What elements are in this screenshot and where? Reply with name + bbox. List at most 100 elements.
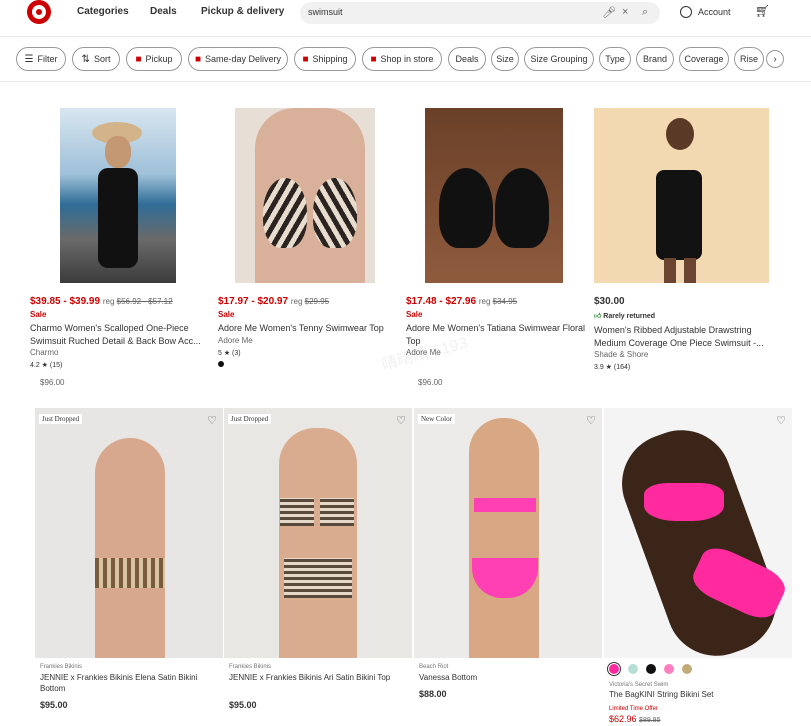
sale-badge: Sale (218, 310, 235, 319)
product-title-link[interactable]: Women's Ribbed Adjustable Drawstring Med… (594, 324, 774, 350)
product-image[interactable] (235, 108, 375, 283)
sort-button[interactable]: ⇅ Sort (72, 47, 120, 71)
product-image[interactable] (60, 108, 176, 283)
type-filter[interactable]: Type (599, 47, 631, 71)
cart-icon[interactable]: 🛒︎ (755, 4, 770, 18)
filter-button[interactable]: ☰ Filter (16, 47, 66, 71)
product-image[interactable]: ♡ (604, 408, 792, 658)
product-image[interactable]: Just Dropped ♡ (35, 408, 223, 658)
product-price: $95.00 (229, 700, 257, 710)
rise-filter[interactable]: Rise (734, 47, 764, 71)
size-grouping-filter[interactable]: Size Grouping (524, 47, 594, 71)
shop-in-store-filter[interactable]: ■ Shop in store (362, 47, 442, 71)
product-title-link[interactable]: JENNIE x Frankies Bikinis Ari Satin Biki… (229, 672, 399, 683)
rise-label: Rise (739, 54, 758, 64)
product-image[interactable] (594, 108, 769, 283)
product-image[interactable]: New Color ♡ (414, 408, 602, 658)
product-title-link[interactable]: Charmo Women's Scalloped One-Piece Swims… (30, 322, 205, 348)
color-swatch[interactable] (664, 664, 674, 674)
color-swatch[interactable] (218, 361, 224, 367)
heart-icon[interactable]: ♡ (207, 414, 217, 427)
delivery-icon: ■ (194, 53, 201, 65)
target-logo-icon[interactable] (27, 0, 51, 24)
type-label: Type (605, 54, 625, 64)
size-label: Size (496, 54, 514, 64)
filter-label: Filter (37, 54, 58, 64)
microphone-icon[interactable]: 🎤︎ (602, 6, 616, 19)
nav-categories[interactable]: Categories (77, 6, 129, 17)
pickup-label: Pickup (145, 54, 173, 64)
size-grouping-label: Size Grouping (530, 54, 588, 64)
shipping-filter[interactable]: ■ Shipping (294, 47, 356, 71)
color-swatch[interactable] (628, 664, 638, 674)
brand-filter[interactable]: Brand (636, 47, 674, 71)
product-price: $17.48 - $27.96 reg $34.95 (406, 296, 518, 307)
search-input[interactable]: swimsuit 🎤︎ × ⌕ (300, 2, 660, 24)
product-brand[interactable]: Beach Riot (419, 664, 448, 670)
sale-badge: Sale (30, 310, 47, 319)
color-swatch[interactable] (646, 664, 656, 674)
account-icon (680, 6, 692, 18)
store-icon: ■ (370, 53, 377, 65)
shop-in-store-label: Shop in store (380, 54, 434, 64)
deals-label: Deals (455, 54, 479, 64)
product-brand[interactable]: Shade & Shore (594, 350, 648, 359)
sort-icon: ⇅ (81, 53, 90, 65)
product-brand[interactable]: Charmo (30, 348, 58, 357)
shipping-label: Shipping (312, 54, 348, 64)
product-price-partial: $96.00 (418, 378, 443, 387)
thumbs-up-icon: 👍︎ (594, 313, 602, 320)
pickup-icon: ■ (135, 53, 142, 65)
heart-icon[interactable]: ♡ (776, 414, 786, 427)
product-price: $39.85 - $39.99 reg $56.92 - $57.12 (30, 296, 173, 307)
search-icon[interactable]: ⌕ (642, 6, 648, 19)
chevron-right-icon[interactable]: › (766, 50, 784, 68)
product-price: $30.00 (594, 296, 625, 307)
sliders-icon: ☰ (24, 53, 34, 65)
color-swatch[interactable] (609, 664, 619, 674)
sort-label: Sort (93, 54, 111, 64)
heart-icon[interactable]: ♡ (586, 414, 596, 427)
filter-bar: ☰ Filter ⇅ Sort ■ Pickup ■ Same-day Delivery… (0, 36, 811, 82)
product-image[interactable] (425, 108, 563, 283)
product-price: $17.97 - $20.97 reg $29.95 (218, 296, 330, 307)
sale-badge: Sale (406, 310, 423, 319)
product-image[interactable]: Just Dropped ♡ (224, 408, 412, 658)
heart-icon[interactable]: ♡ (396, 414, 406, 427)
product-rating: 3.9 ★ (164) (594, 364, 631, 371)
same-day-label: Same-day Delivery (205, 54, 282, 64)
just-dropped-badge: Just Dropped (228, 414, 272, 424)
product-brand[interactable]: Frankies Bikinis (229, 664, 271, 670)
coverage-filter[interactable]: Coverage (679, 47, 729, 71)
account-button[interactable]: Account (680, 6, 731, 18)
product-title-link[interactable]: The BagKINI String Bikini Set (609, 689, 789, 700)
product-price: $62.96 $89.95 (609, 714, 661, 724)
new-color-badge: New Color (418, 414, 455, 424)
brand-label: Brand (642, 54, 668, 64)
site-header: Categories Deals Pickup & delivery swims… (0, 0, 811, 30)
clear-icon[interactable]: × (622, 6, 628, 18)
coverage-label: Coverage (684, 54, 724, 64)
product-title-link[interactable]: Adore Me Women's Tenny Swimwear Top (218, 322, 393, 335)
product-rating: 4.2 ★ (15) (30, 362, 63, 369)
rarely-returned-badge: 👍︎ Rarely returned (594, 313, 656, 320)
nav-pickup-delivery[interactable]: Pickup & delivery (201, 6, 284, 17)
pickup-filter[interactable]: ■ Pickup (126, 47, 182, 71)
product-price-partial: $96.00 (40, 378, 65, 387)
account-label: Account (698, 7, 731, 17)
product-brand[interactable]: Victoria's Secret Swim (609, 682, 668, 688)
product-rating: 5 ★ (3) (218, 350, 241, 357)
color-swatch[interactable] (682, 664, 692, 674)
search-value: swimsuit (308, 7, 343, 17)
product-title-link[interactable]: Vanessa Bottom (419, 672, 589, 683)
same-day-delivery-filter[interactable]: ■ Same-day Delivery (188, 47, 288, 71)
nav-deals[interactable]: Deals (150, 6, 177, 17)
size-filter[interactable]: Size (491, 47, 519, 71)
deals-filter[interactable]: Deals (448, 47, 486, 71)
product-brand[interactable]: Adore Me (218, 336, 253, 345)
product-price: $95.00 (40, 700, 68, 710)
product-price: $88.00 (419, 689, 447, 699)
product-brand[interactable]: Frankies Bikinis (40, 664, 82, 670)
limited-time-offer-label: Limited Time Offer (609, 706, 658, 712)
product-title-link[interactable]: JENNIE x Frankies Bikinis Elena Satin Bi… (40, 672, 200, 694)
